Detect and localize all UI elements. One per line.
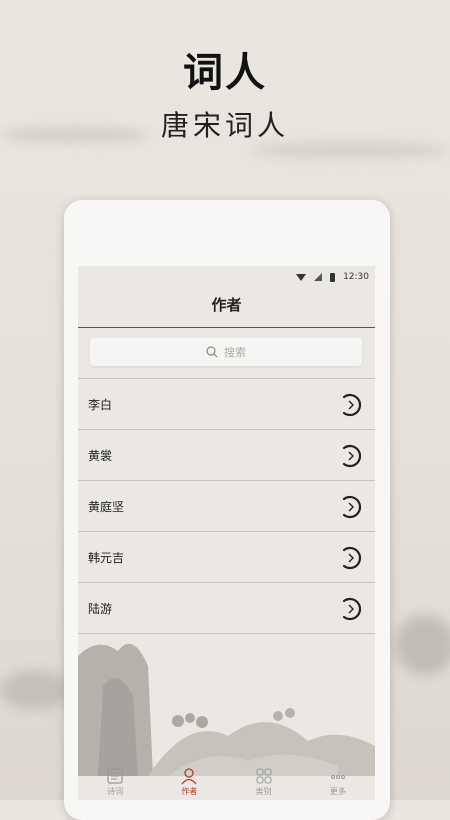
author-name: 黄庭坚 [88,499,125,514]
background-mist [250,142,450,158]
more-icon [330,775,345,779]
search-icon [206,346,218,358]
grid-icon [256,768,272,784]
tab-label: 类别 [255,787,272,796]
tab-categories[interactable]: 类别 [227,767,301,800]
app-screen: 12:30 作者 搜索 李白 黄裳 黄庭坚 韩元吉 陆游 诗词 作者 类别 更多 [78,266,375,800]
promo-headline: 词人 [183,50,267,96]
landscape-painting [78,643,375,776]
tab-poems[interactable]: 诗词 [78,767,152,800]
bottom-tab-bar: 诗词 作者 类别 更多 [78,764,375,800]
list-item[interactable]: 黄裳 [78,430,375,481]
list-item[interactable]: 李白 [78,378,375,430]
tab-label: 作者 [181,787,198,796]
chevron-right-icon [342,393,362,417]
author-name: 黄裳 [88,448,113,463]
signal-icon [314,273,323,281]
battery-icon [330,272,336,282]
book-icon [107,768,123,784]
chevron-right-icon [342,546,362,570]
person-icon [181,768,197,785]
chevron-right-icon [342,495,362,519]
author-list: 李白 黄裳 黄庭坚 韩元吉 陆游 [78,378,375,634]
wifi-icon [296,273,307,281]
author-name: 韩元吉 [88,550,125,565]
list-item[interactable]: 陆游 [78,583,375,634]
title-divider [78,327,375,328]
tab-more[interactable]: 更多 [301,767,375,800]
status-bar: 12:30 [78,266,375,290]
chevron-right-icon [342,597,362,621]
status-time: 12:30 [343,272,369,282]
tab-authors[interactable]: 作者 [152,767,226,800]
background-mist [0,670,70,710]
tab-label: 诗词 [107,787,124,796]
promo-subline: 唐宋词人 [160,109,289,142]
author-name: 陆游 [88,601,113,616]
author-name: 李白 [88,397,113,412]
search-input[interactable]: 搜索 [90,338,362,366]
page-title: 作者 [211,296,242,314]
tab-label: 更多 [329,787,346,796]
list-item[interactable]: 韩元吉 [78,532,375,583]
background-mist [395,615,450,675]
chevron-right-icon [342,444,362,468]
list-item[interactable]: 黄庭坚 [78,481,375,532]
search-placeholder: 搜索 [224,346,246,359]
